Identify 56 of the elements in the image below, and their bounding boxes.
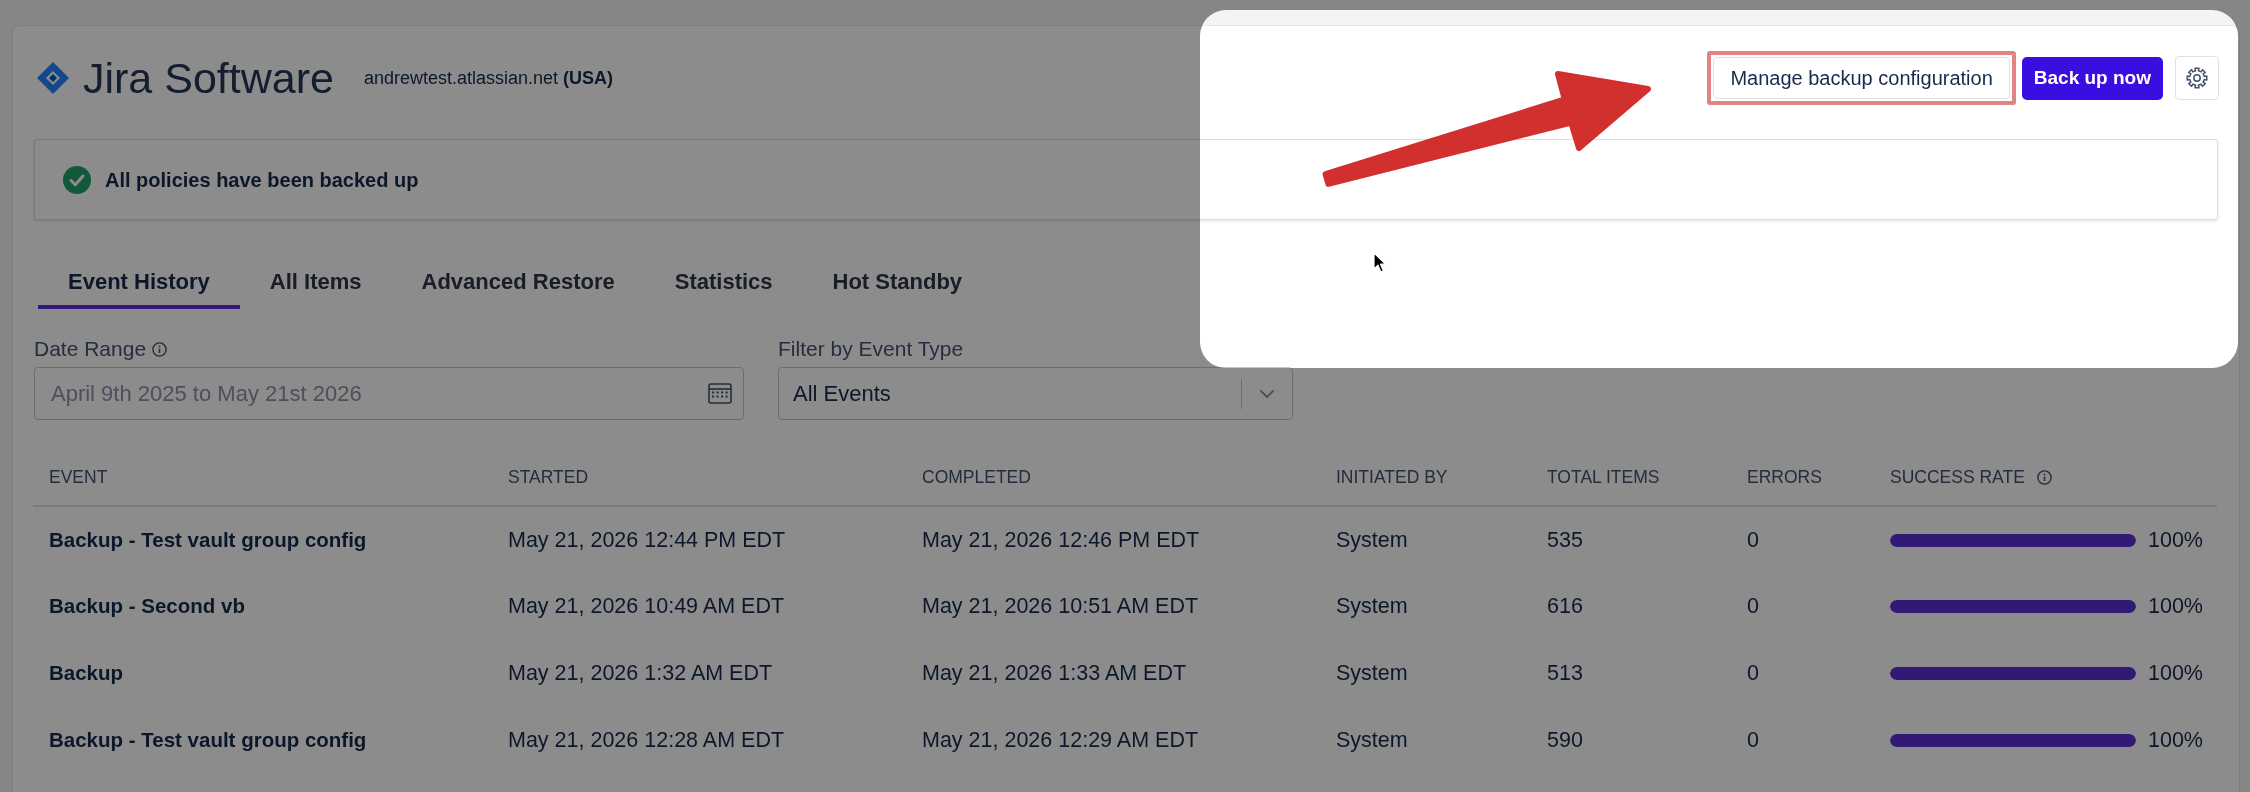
event-type-select[interactable]: All Events — [778, 367, 1293, 420]
column-header: STARTED — [508, 466, 589, 490]
table-cell: 0 — [1731, 506, 1874, 573]
table-cell-text: 0 — [1746, 727, 1760, 755]
table-cell-text: Backup — [48, 660, 125, 687]
column-header: TOTAL ITEMS — [1547, 466, 1660, 490]
column-header: EVENT — [49, 466, 108, 490]
table-cell-text: May 21, 2026 10:49 AM EDT — [507, 593, 786, 621]
table-cell: May 21, 2026 12:46 PM EDT — [906, 506, 1320, 573]
site-name: andrewtest.atlassian.net (USA) — [363, 66, 614, 90]
check-circle-icon — [63, 165, 91, 194]
success-rate-value: 100% — [2148, 593, 2203, 621]
table-cell: May 21, 2026 12:44 PM EDT — [492, 506, 906, 573]
chevron-down-icon — [1259, 388, 1275, 399]
tab[interactable]: Advanced Restore — [391, 255, 645, 309]
table-cell: 535 — [1531, 506, 1731, 573]
table-cell-text: Backup - Second vb — [48, 593, 246, 620]
table-cell-text: May 21, 2026 1:32 AM EDT — [507, 660, 774, 688]
status-message: All policies have been backed up — [105, 167, 419, 193]
success-rate-value: 100% — [2148, 526, 2203, 554]
table-cell: System — [1320, 506, 1531, 573]
back-up-now-button[interactable]: Back up now — [2021, 56, 2163, 100]
column-header: COMPLETED — [922, 466, 1031, 490]
table-cell-text: Backup - Test vault group config — [48, 727, 368, 754]
table-cell-text: May 21, 2026 12:29 AM EDT — [921, 727, 1200, 755]
column-header: ERRORS — [1747, 466, 1822, 490]
table-cell-text: May 21, 2026 1:33 AM EDT — [921, 660, 1188, 688]
field-label: Filter by Event Type — [778, 337, 964, 361]
table-cell-text: 0 — [1746, 660, 1760, 688]
product-name: Jira Software — [83, 56, 334, 100]
field-label: Date Range — [34, 337, 147, 361]
settings-icon — [2186, 67, 2208, 89]
tab[interactable]: Hot Standby — [802, 255, 993, 309]
table-cell: Backup - Test vault group config — [33, 506, 492, 573]
table-cell-text: System — [1335, 660, 1409, 688]
table-cell-text: 0 — [1746, 593, 1760, 621]
date-range-field[interactable]: April 9th 2025 to May 21st 2026 — [34, 367, 744, 420]
table-cell-text: 590 — [1546, 727, 1584, 755]
settings-button[interactable] — [2175, 56, 2219, 100]
table-cell-text: 513 — [1546, 660, 1584, 688]
column-header: SUCCESS RATE — [1890, 466, 2025, 490]
success-rate-value: 100% — [2148, 660, 2203, 688]
column-header: INITIATED BY — [1336, 466, 1448, 490]
table-cell-text: May 21, 2026 10:51 AM EDT — [921, 593, 1200, 621]
table-cell-text: May 21, 2026 12:28 AM EDT — [507, 727, 786, 755]
tab[interactable]: Event History — [38, 255, 240, 309]
table-cell-text: System — [1335, 593, 1409, 621]
table-cell-text: System — [1335, 727, 1409, 755]
success-rate-value: 100% — [2148, 727, 2203, 755]
calendar-icon — [708, 382, 732, 404]
manage-backup-button[interactable]: Manage backup configuration — [1713, 57, 2010, 99]
diamond-logo-icon — [37, 62, 69, 94]
mouse-pointer-icon — [1373, 252, 1387, 274]
table-cell-text: 616 — [1546, 593, 1584, 621]
tab[interactable]: All Items — [239, 255, 392, 309]
tab[interactable]: Statistics — [644, 255, 803, 309]
